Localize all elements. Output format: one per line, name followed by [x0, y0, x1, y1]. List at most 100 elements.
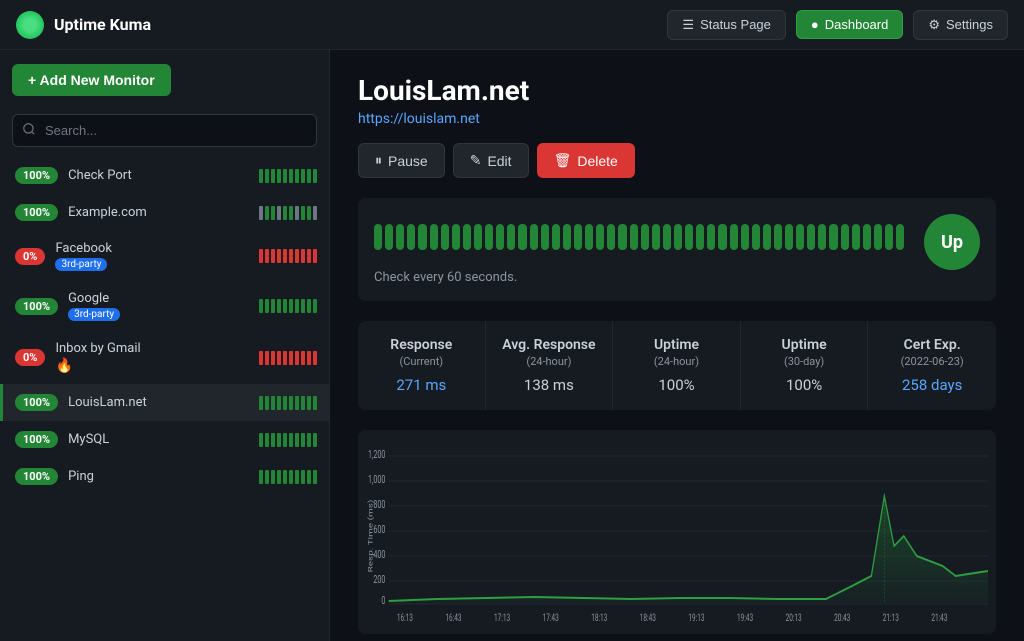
- bar-segment: [265, 433, 269, 447]
- monitor-bars: [259, 249, 317, 263]
- bar-segment: [313, 299, 317, 313]
- monitor-item-facebook[interactable]: 0%Facebook3rd-party: [0, 231, 329, 281]
- sidebar-header: + Add New Monitor: [0, 50, 329, 106]
- bar-segment: [259, 396, 263, 410]
- monitor-item-ping[interactable]: 100%Ping: [0, 458, 329, 495]
- monitor-bars: [259, 169, 317, 183]
- bar-segment: [301, 299, 305, 313]
- stat-label: Cert Exp.: [880, 337, 984, 353]
- bar-segment: [289, 206, 293, 220]
- bar-segment: [313, 206, 317, 220]
- bar-segment: [283, 249, 287, 263]
- bar-segment: [313, 351, 317, 365]
- bar-segment: [289, 249, 293, 263]
- bar-segment: [301, 206, 305, 220]
- status-pill: [530, 224, 538, 250]
- monitor-bars: [259, 433, 317, 447]
- status-pill: [630, 224, 638, 250]
- bar-segment: [277, 206, 281, 220]
- status-pill: [652, 224, 660, 250]
- monitor-url[interactable]: https://louislam.net: [358, 111, 480, 127]
- bar-segment: [307, 433, 311, 447]
- svg-text:17:13: 17:13: [494, 613, 510, 625]
- status-pill: [396, 224, 404, 250]
- status-pill: [896, 224, 904, 250]
- status-pill: [407, 224, 415, 250]
- status-pill: [796, 224, 804, 250]
- bar-segment: [277, 470, 281, 484]
- status-pill: [874, 224, 882, 250]
- svg-text:21:13: 21:13: [883, 613, 899, 625]
- monitor-name: Facebook3rd-party: [55, 241, 249, 271]
- svg-text:16:13: 16:13: [397, 613, 413, 625]
- svg-text:18:13: 18:13: [591, 613, 607, 625]
- monitor-name: Ping: [68, 469, 249, 484]
- monitor-name: Example.com: [68, 205, 249, 220]
- bar-segment: [277, 249, 281, 263]
- bar-segment: [289, 169, 293, 183]
- monitor-item-example-com[interactable]: 100%Example.com: [0, 194, 329, 231]
- bar-segment: [277, 396, 281, 410]
- bar-segment: [295, 433, 299, 447]
- settings-button[interactable]: ⚙ Settings: [913, 10, 1008, 40]
- monitor-item-google[interactable]: 100%Google3rd-party: [0, 281, 329, 331]
- trash-icon: 🗑: [554, 152, 572, 169]
- svg-text:20:13: 20:13: [786, 613, 802, 625]
- status-badge: 100%: [15, 394, 58, 411]
- bar-segment: [307, 169, 311, 183]
- monitor-item-louislam-net[interactable]: 100% LouisLam.net: [0, 384, 329, 421]
- monitor-bars: [259, 351, 317, 365]
- stat-item-2: Uptime(24-hour)100%: [613, 321, 741, 410]
- bar-segment: [313, 169, 317, 183]
- status-pill: [841, 224, 849, 250]
- bar-segment: [301, 249, 305, 263]
- delete-button[interactable]: 🗑 Delete: [537, 143, 635, 178]
- monitor-item-inbox-gmail[interactable]: 0%Inbox by Gmail🔥: [0, 331, 329, 384]
- stat-value: 258 days: [880, 376, 984, 394]
- status-pill: [618, 224, 626, 250]
- monitor-name: Inbox by Gmail🔥: [55, 341, 249, 374]
- logo-icon: [16, 11, 44, 39]
- bar-segment: [265, 206, 269, 220]
- bar-segment: [277, 299, 281, 313]
- monitor-name: LouisLam.net: [68, 395, 249, 410]
- chart-section: 1,200 1,000 800 600 400 200 0 Resp. Time…: [358, 430, 996, 634]
- status-pill: [829, 224, 837, 250]
- status-pill: [541, 224, 549, 250]
- monitor-item-mysql[interactable]: 100% MySQL: [0, 421, 329, 458]
- bar-segment: [277, 433, 281, 447]
- status-pill: [863, 224, 871, 250]
- dashboard-button[interactable]: ● Dashboard: [796, 10, 903, 39]
- bar-segment: [283, 299, 287, 313]
- bar-segment: [259, 433, 263, 447]
- status-badge: 100%: [15, 431, 58, 448]
- monitor-list: 100%Check Port100%Example.com0%Facebook3…: [0, 157, 329, 641]
- bar-segment: [289, 351, 293, 365]
- status-pill: [585, 224, 593, 250]
- search-input[interactable]: [12, 114, 317, 147]
- status-pill: [518, 224, 526, 250]
- sidebar: + Add New Monitor 100%Check Port100%Exam…: [0, 50, 330, 641]
- response-chart: 1,200 1,000 800 600 400 200 0 Resp. Time…: [366, 446, 988, 626]
- gear-icon: ⚙: [928, 17, 940, 33]
- add-monitor-button[interactable]: + Add New Monitor: [12, 64, 171, 96]
- monitor-bars: [259, 299, 317, 313]
- monitor-item-check-port[interactable]: 100%Check Port: [0, 157, 329, 194]
- status-page-button[interactable]: ☰ Status Page: [667, 10, 785, 40]
- svg-text:1,200: 1,200: [368, 449, 385, 462]
- monitor-name: Google3rd-party: [68, 291, 249, 321]
- status-pill: [741, 224, 749, 250]
- status-page-icon: ☰: [682, 17, 694, 33]
- monitor-name: MySQL: [68, 432, 249, 447]
- monitor-name: Check Port: [68, 168, 249, 183]
- bar-segment: [307, 299, 311, 313]
- stat-label: Uptime: [625, 337, 728, 353]
- bar-segment: [259, 206, 263, 220]
- bar-segment: [277, 169, 281, 183]
- stat-sublabel: (24-hour): [498, 355, 601, 368]
- status-pill: [818, 224, 826, 250]
- monitor-bars: [259, 396, 317, 410]
- pause-button[interactable]: ⏸ Pause: [358, 143, 445, 178]
- edit-button[interactable]: ✎ Edit: [453, 143, 529, 178]
- bar-segment: [295, 299, 299, 313]
